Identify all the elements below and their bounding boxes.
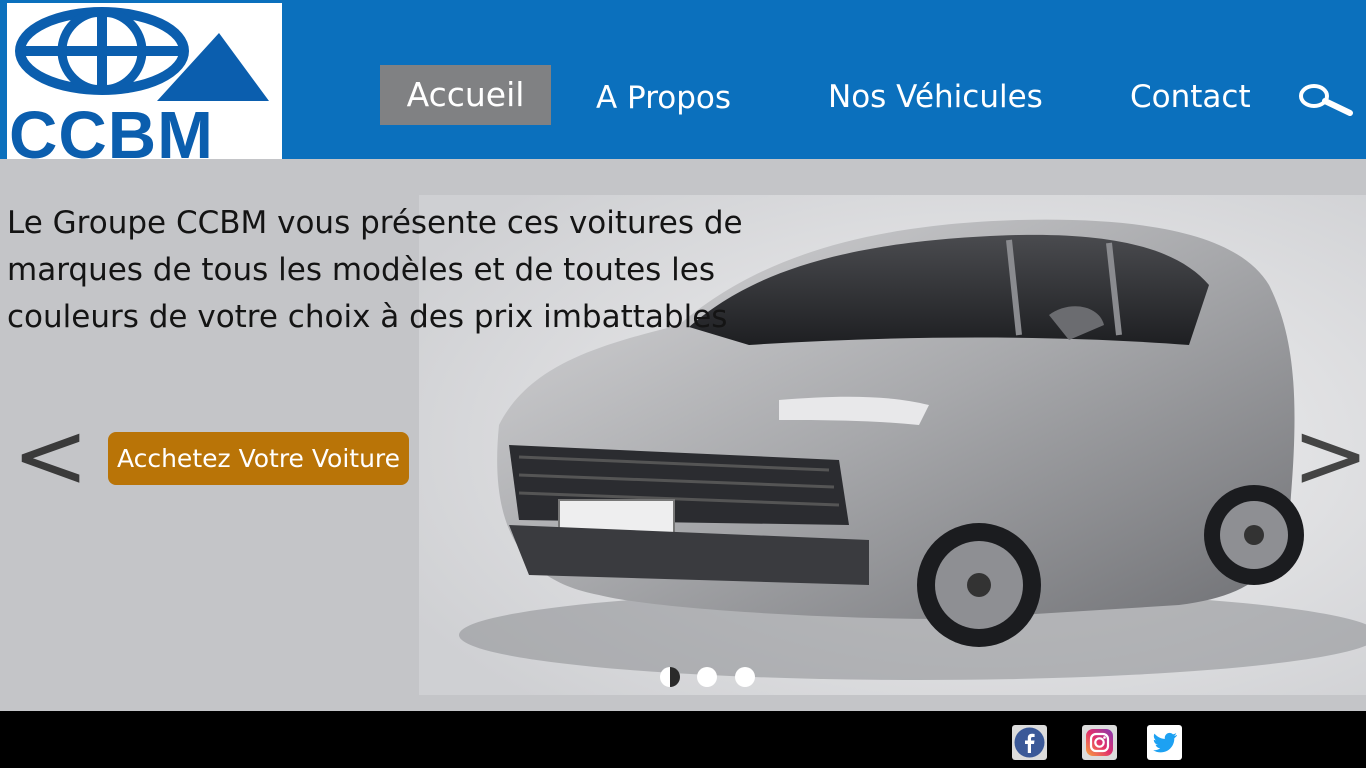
facebook-icon[interactable] (1012, 725, 1047, 760)
slider-next-arrow[interactable]: > (1292, 410, 1366, 502)
twitter-icon[interactable] (1147, 725, 1182, 760)
slider-dot-3[interactable] (735, 667, 755, 687)
instagram-icon[interactable] (1082, 725, 1117, 760)
site-header: CCBM Accueil A Propos Nos Véhicules Cont… (0, 0, 1366, 162)
slider-dot-1[interactable] (660, 667, 680, 687)
search-icon[interactable] (1298, 82, 1354, 118)
slider-dots (660, 667, 770, 691)
nav-accueil[interactable]: Accueil (380, 65, 551, 125)
nav-a-propos[interactable]: A Propos (596, 68, 731, 128)
nav-nos-vehicules[interactable]: Nos Véhicules (828, 67, 1043, 127)
buy-car-button[interactable]: Acchetez Votre Voiture (108, 432, 409, 485)
nav-contact[interactable]: Contact (1130, 67, 1251, 127)
hero-headline: Le Groupe CCBM vous présente ces voiture… (7, 205, 743, 335)
slider-prev-arrow[interactable]: < (12, 410, 89, 502)
logo-wordmark: CCBM (9, 98, 214, 162)
slider-dot-2[interactable] (697, 667, 717, 687)
ccbm-logo[interactable]: CCBM (7, 3, 282, 162)
